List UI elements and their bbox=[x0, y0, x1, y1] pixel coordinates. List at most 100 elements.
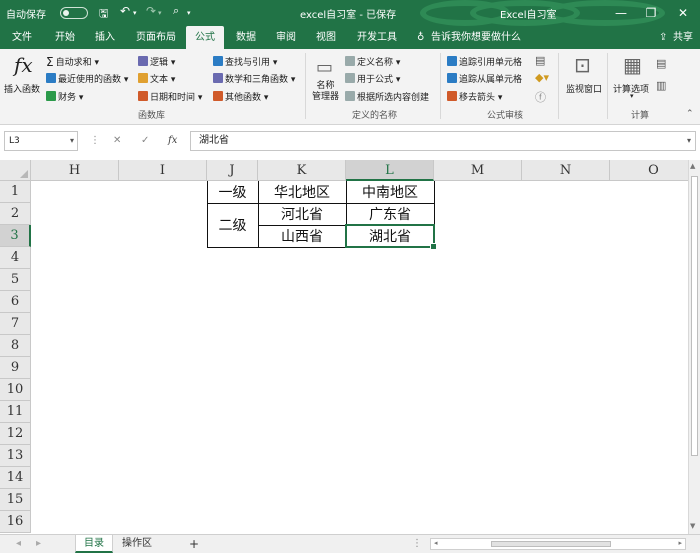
tab-file[interactable]: 文件 bbox=[9, 26, 35, 49]
cell-k3[interactable]: 山西省 bbox=[258, 225, 346, 247]
name-manager-button[interactable]: 名称 管理器 bbox=[312, 81, 339, 103]
add-sheet-button[interactable]: + bbox=[181, 535, 207, 553]
scroll-up-icon[interactable]: ▲ bbox=[690, 162, 695, 170]
logical-button[interactable]: 逻辑 ▾ bbox=[138, 55, 175, 68]
watch-window-icon[interactable]: ⊡ bbox=[574, 53, 591, 77]
calculator-icon[interactable]: ▦ bbox=[623, 53, 642, 77]
name-box[interactable]: L3 ▾ bbox=[4, 131, 78, 151]
enter-icon[interactable]: ✓ bbox=[141, 131, 149, 151]
cell-k1[interactable]: 华北地区 bbox=[258, 181, 346, 203]
insert-function-button[interactable]: 插入函数 bbox=[4, 82, 40, 95]
undo-icon[interactable]: ↶ bbox=[120, 4, 130, 18]
cell-l2[interactable]: 广东省 bbox=[346, 203, 434, 225]
row-header[interactable]: 2 bbox=[0, 203, 31, 225]
calc-now-icon[interactable]: ▤ bbox=[656, 57, 666, 70]
tab-home[interactable]: 开始 bbox=[52, 26, 78, 49]
recent-functions-button[interactable]: 最近使用的函数 ▾ bbox=[46, 72, 128, 85]
show-formulas-icon[interactable]: ▤ bbox=[535, 54, 545, 67]
row-header[interactable]: 16 bbox=[0, 511, 31, 533]
sheet-tab-catalog[interactable]: 目录 bbox=[75, 535, 113, 553]
sheet-tab-workspace[interactable]: 操作区 bbox=[114, 535, 160, 553]
tab-developer[interactable]: 开发工具 bbox=[354, 26, 400, 49]
use-in-formula-button[interactable]: 用于公式 ▾ bbox=[345, 72, 400, 85]
restore-button[interactable]: ❐ bbox=[642, 4, 660, 22]
scroll-down-icon[interactable]: ▼ bbox=[690, 522, 695, 530]
row-header[interactable]: 9 bbox=[0, 357, 31, 379]
math-button[interactable]: 数学和三角函数 ▾ bbox=[213, 72, 295, 85]
share-button[interactable]: 共享 bbox=[670, 26, 696, 49]
column-header-m[interactable]: M bbox=[434, 160, 522, 181]
row-header[interactable]: 5 bbox=[0, 269, 31, 291]
undo-dropdown-icon[interactable]: ▾ bbox=[133, 9, 137, 17]
insert-function-fx-icon[interactable]: fx bbox=[168, 131, 177, 151]
calc-options-dropdown-icon[interactable]: ▾ bbox=[630, 92, 634, 100]
row-header[interactable]: 10 bbox=[0, 379, 31, 401]
worksheet-grid[interactable]: H I J K L M N O 1 2 3 4 5 6 7 8 9 10 11 … bbox=[0, 160, 688, 534]
cell-l1[interactable]: 中南地区 bbox=[346, 181, 434, 203]
row-header[interactable]: 14 bbox=[0, 467, 31, 489]
datetime-button[interactable]: 日期和时间 ▾ bbox=[138, 90, 202, 103]
split-handle-icon[interactable]: ⋮ bbox=[404, 535, 430, 553]
error-checking-icon[interactable]: ◆▾ bbox=[535, 71, 549, 84]
column-header-o[interactable]: O bbox=[610, 160, 688, 181]
tab-page-layout[interactable]: 页面布局 bbox=[133, 26, 179, 49]
vertical-scroll-thumb[interactable] bbox=[691, 176, 698, 456]
cell-j1[interactable]: 一级 bbox=[207, 181, 258, 203]
row-header[interactable]: 11 bbox=[0, 401, 31, 423]
row-header[interactable]: 6 bbox=[0, 291, 31, 313]
active-cell-selection[interactable] bbox=[345, 224, 437, 250]
horizontal-scroll-thumb[interactable] bbox=[491, 541, 611, 547]
column-header-h[interactable]: H bbox=[31, 160, 119, 181]
trace-dependents-button[interactable]: 追踪从属单元格 bbox=[447, 72, 522, 85]
sheet-next-icon[interactable]: ▸ bbox=[28, 535, 49, 553]
row-header[interactable]: 15 bbox=[0, 489, 31, 511]
create-from-selection-button[interactable]: 根据所选内容创建 bbox=[345, 90, 429, 103]
sheet-prev-icon[interactable]: ◂ bbox=[8, 535, 29, 553]
more-functions-button[interactable]: 其他函数 ▾ bbox=[213, 90, 268, 103]
tab-insert[interactable]: 插入 bbox=[92, 26, 118, 49]
row-header[interactable]: 8 bbox=[0, 335, 31, 357]
column-header-k[interactable]: K bbox=[258, 160, 346, 181]
chevron-down-icon[interactable]: ▾ bbox=[70, 132, 74, 150]
row-header[interactable]: 13 bbox=[0, 445, 31, 467]
row-header[interactable]: 4 bbox=[0, 247, 31, 269]
tab-data[interactable]: 数据 bbox=[233, 26, 259, 49]
collapse-ribbon-icon[interactable]: ⌃ bbox=[686, 109, 694, 119]
share-icon[interactable]: ⇪ bbox=[656, 26, 670, 49]
vertical-scrollbar[interactable]: ▲ ▼ bbox=[688, 160, 700, 534]
trace-precedents-button[interactable]: 追踪引用单元格 bbox=[447, 55, 522, 68]
scroll-left-icon[interactable]: ◂ bbox=[434, 539, 438, 547]
redo-dropdown-icon[interactable]: ▾ bbox=[158, 9, 162, 17]
select-all-corner[interactable] bbox=[0, 160, 31, 181]
cancel-icon[interactable]: ✕ bbox=[113, 131, 121, 151]
watch-window-button[interactable]: 监视窗口 bbox=[566, 82, 602, 95]
save-icon[interactable]: 🖫 bbox=[99, 5, 108, 24]
autosum-button[interactable]: Σ 自动求和 ▾ bbox=[46, 55, 99, 69]
row-header[interactable]: 12 bbox=[0, 423, 31, 445]
horizontal-scrollbar[interactable]: ◂ ▸ bbox=[430, 538, 686, 550]
autosave-toggle[interactable] bbox=[60, 7, 88, 19]
row-header[interactable]: 1 bbox=[0, 181, 31, 203]
text-button[interactable]: 文本 ▾ bbox=[138, 72, 175, 85]
customize-toolbar-icon[interactable]: ▾ bbox=[187, 9, 191, 17]
remove-arrows-button[interactable]: 移去箭头 ▾ bbox=[447, 90, 502, 103]
name-manager-icon[interactable]: ▭ bbox=[316, 57, 333, 78]
cell-j2-merged[interactable]: 二级 bbox=[207, 203, 258, 247]
tab-formulas[interactable]: 公式 bbox=[186, 26, 224, 49]
cell-k2[interactable]: 河北省 bbox=[258, 203, 346, 225]
tell-me-search[interactable]: 告诉我你想要做什么 bbox=[428, 26, 524, 49]
tab-review[interactable]: 审阅 bbox=[273, 26, 299, 49]
expand-formula-icon[interactable]: ▾ bbox=[687, 132, 691, 150]
scroll-right-icon[interactable]: ▸ bbox=[678, 539, 682, 547]
minimize-button[interactable]: — bbox=[612, 4, 630, 22]
tab-view[interactable]: 视图 bbox=[313, 26, 339, 49]
formula-input[interactable]: 湖北省 ▾ bbox=[190, 131, 696, 151]
financial-button[interactable]: 财务 ▾ bbox=[46, 90, 83, 103]
print-preview-icon[interactable]: ⌕ bbox=[173, 4, 179, 18]
close-button[interactable]: ✕ bbox=[674, 4, 692, 22]
insert-function-icon[interactable]: fx bbox=[14, 53, 33, 77]
column-header-j[interactable]: J bbox=[207, 160, 258, 181]
column-header-i[interactable]: I bbox=[119, 160, 207, 181]
row-header[interactable]: 7 bbox=[0, 313, 31, 335]
column-header-n[interactable]: N bbox=[522, 160, 610, 181]
